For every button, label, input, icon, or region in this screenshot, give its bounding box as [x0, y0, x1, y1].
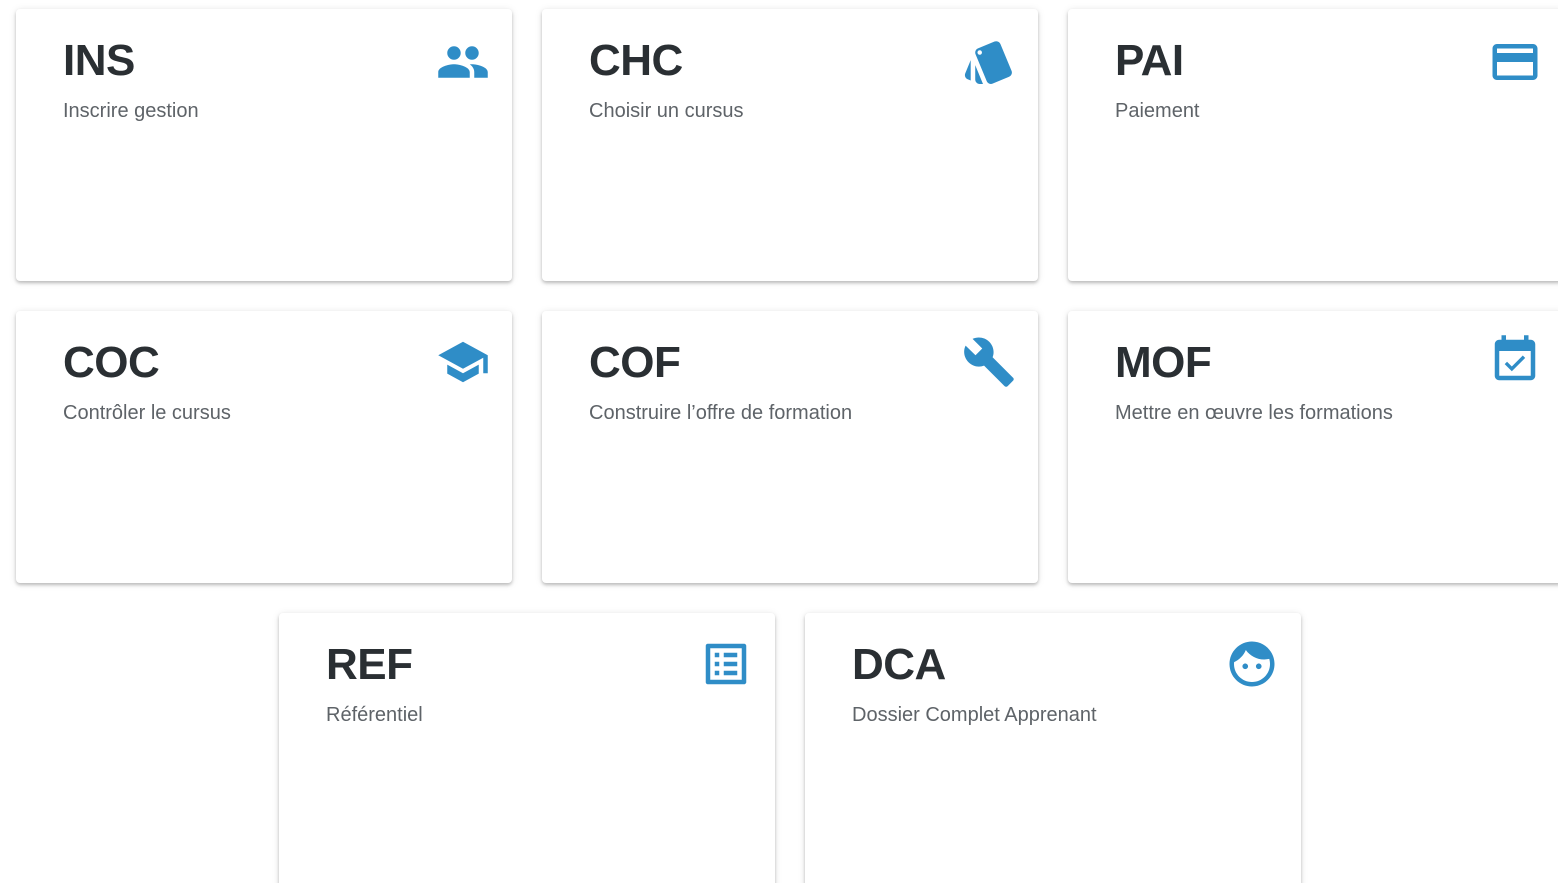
card-pai[interactable]: PAI Paiement	[1068, 9, 1558, 281]
card-ref[interactable]: REF Référentiel	[279, 613, 775, 883]
wrench-icon	[962, 335, 1016, 389]
card-description: Mettre en œuvre les formations	[1115, 402, 1393, 424]
card-cof[interactable]: COF Construire l’offre de formation	[542, 311, 1038, 583]
card-coc[interactable]: COC Contrôler le cursus	[16, 311, 512, 583]
face-icon	[1225, 637, 1279, 691]
card-code: PAI	[1115, 36, 1184, 85]
card-description: Inscrire gestion	[63, 100, 199, 122]
card-code: INS	[63, 36, 135, 85]
card-code: REF	[326, 640, 413, 689]
group-icon	[436, 35, 490, 89]
module-grid: INS Inscrire gestion CHC Choisir un curs…	[0, 0, 1558, 883]
card-description: Référentiel	[326, 704, 423, 726]
card-description: Choisir un cursus	[589, 100, 744, 122]
card-dca[interactable]: DCA Dossier Complet Apprenant	[805, 613, 1301, 883]
card-description: Dossier Complet Apprenant	[852, 704, 1097, 726]
style-icon	[962, 35, 1016, 89]
card-description: Contrôler le cursus	[63, 402, 231, 424]
card-code: MOF	[1115, 338, 1212, 387]
card-chc[interactable]: CHC Choisir un cursus	[542, 9, 1038, 281]
school-icon	[436, 335, 490, 389]
event-available-icon	[1488, 333, 1542, 387]
card-description: Paiement	[1115, 100, 1200, 122]
card-code: CHC	[589, 36, 683, 85]
credit-card-icon	[1488, 35, 1542, 89]
card-code: COF	[589, 338, 681, 387]
card-mof[interactable]: MOF Mettre en œuvre les formations	[1068, 311, 1558, 583]
card-code: COC	[63, 338, 160, 387]
card-description: Construire l’offre de formation	[589, 402, 853, 424]
card-ins[interactable]: INS Inscrire gestion	[16, 9, 512, 281]
list-icon	[699, 637, 753, 691]
card-code: DCA	[852, 640, 946, 689]
